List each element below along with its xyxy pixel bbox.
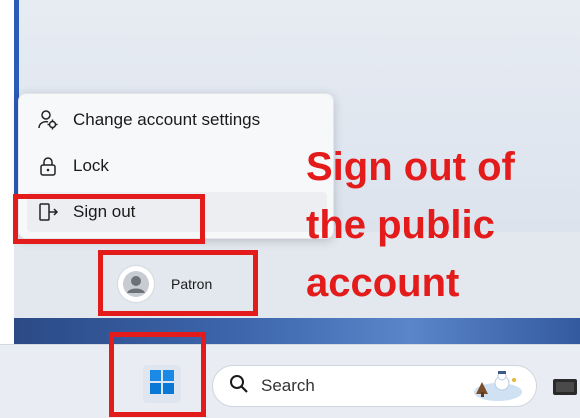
taskbar-search-box[interactable]: Search xyxy=(212,365,537,407)
menu-item-label: Lock xyxy=(73,156,109,175)
menu-item-lock[interactable]: Lock xyxy=(27,146,327,186)
highlight-box-start xyxy=(109,332,206,417)
search-highlight-illustration xyxy=(468,370,524,402)
lock-icon xyxy=(37,155,59,177)
task-view-icon[interactable] xyxy=(550,373,580,399)
highlight-box-sign-out xyxy=(13,194,205,244)
highlight-box-user xyxy=(98,250,258,316)
desktop-wallpaper xyxy=(14,318,580,344)
annotation-line: account xyxy=(306,261,460,305)
search-label: Search xyxy=(261,376,315,395)
annotation-line: the public xyxy=(306,203,495,247)
account-settings-icon xyxy=(37,109,59,131)
menu-item-change-account-settings[interactable]: Change account settings xyxy=(27,100,327,140)
annotation-line: Sign out of xyxy=(306,145,515,189)
annotation-caption: Sign out of the public account xyxy=(306,138,576,312)
menu-item-label: Change account settings xyxy=(73,110,261,129)
search-icon xyxy=(229,374,249,399)
